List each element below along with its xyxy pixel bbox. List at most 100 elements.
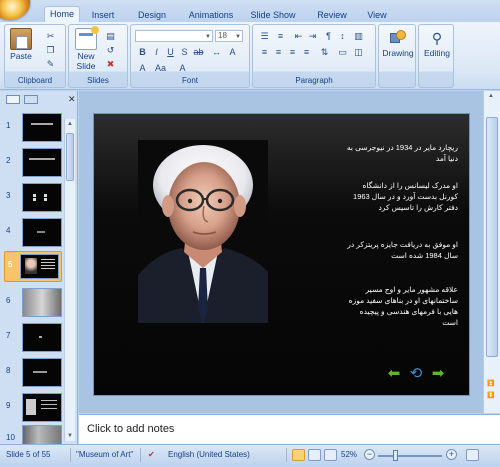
next-slide-icon[interactable]: ⏬ xyxy=(487,391,495,401)
thumbnail-scroll-thumb[interactable] xyxy=(66,133,74,181)
previous-slide-icon[interactable]: ⏫ xyxy=(487,379,495,389)
scroll-up-icon[interactable]: ▲ xyxy=(66,119,74,129)
font-group-label: Font xyxy=(181,76,198,85)
cut-icon[interactable]: ✂ xyxy=(45,31,56,41)
smartart-icon[interactable]: ◫ xyxy=(353,47,364,57)
zoom-in-icon[interactable]: + xyxy=(446,449,457,460)
clear-format-icon[interactable]: A xyxy=(177,63,188,73)
slide-scroll-thumb[interactable] xyxy=(486,117,498,357)
align-left-icon[interactable]: ≡ xyxy=(259,47,270,57)
new-slide-icon xyxy=(75,26,99,50)
clipboard-group-label: Clipboard xyxy=(17,76,53,85)
decrease-indent-icon[interactable]: ⇤ xyxy=(293,31,304,41)
thumbnail-slide-8[interactable]: 8 xyxy=(6,358,64,388)
notes-pane[interactable]: Click to add notes xyxy=(79,414,500,444)
new-slide-label: New Slide xyxy=(76,51,96,71)
tab-animations[interactable]: Animations xyxy=(184,8,238,22)
tab-insert[interactable]: Insert xyxy=(88,8,118,22)
prev-arrow-icon[interactable]: ⬅ xyxy=(386,366,402,382)
zoom-slider-track[interactable] xyxy=(378,455,442,457)
editing-group: ⚲ Editing xyxy=(418,24,454,88)
new-slide-button[interactable]: New Slide xyxy=(71,26,101,71)
font-size-combo[interactable]: 18 ▼ xyxy=(215,30,243,42)
thumbnail-slide-3[interactable]: 3 xyxy=(6,183,64,213)
thumbnail-number: 3 xyxy=(6,191,11,200)
change-case-icon[interactable]: Aa xyxy=(155,63,166,73)
strikethrough-icon[interactable]: ab xyxy=(193,47,204,57)
status-divider xyxy=(140,448,141,462)
layout-icon[interactable]: ▤ xyxy=(105,31,116,41)
italic-icon[interactable]: I xyxy=(151,47,162,57)
thumbnail-slide-1[interactable]: 1 xyxy=(6,113,64,143)
tab-slide-show[interactable]: Slide Show xyxy=(248,8,298,22)
next-arrow-icon[interactable]: ➡ xyxy=(430,366,446,382)
language-indicator[interactable]: English (United States) xyxy=(168,450,250,459)
align-right-icon[interactable]: ≡ xyxy=(287,47,298,57)
close-icon[interactable]: ✕ xyxy=(68,94,76,105)
numbering-icon[interactable]: ≡ xyxy=(275,31,286,41)
spacing-icon[interactable]: ↔ xyxy=(211,47,222,57)
current-slide[interactable]: ریچارد مایر در 1934 در نیوجرسی به دنیا آ… xyxy=(93,113,470,396)
slideshow-view-icon[interactable] xyxy=(324,449,337,461)
bold-icon[interactable]: B xyxy=(137,47,148,57)
outline-tab-icon[interactable] xyxy=(24,95,38,104)
align-text-icon[interactable]: ▭ xyxy=(337,47,348,57)
slide-scrollbar[interactable]: ▲ ⏫ ⏬ xyxy=(483,91,500,413)
thumbnail-slide-4[interactable]: 4 xyxy=(6,218,64,248)
line-spacing-icon[interactable]: ↕ xyxy=(337,31,348,41)
justify-icon[interactable]: ≡ xyxy=(301,47,312,57)
shadow-icon[interactable]: S xyxy=(179,47,190,57)
thumbnail-scrollbar[interactable]: ▲ ▼ xyxy=(64,119,75,441)
font-name-combo[interactable]: ▼ xyxy=(135,30,213,42)
thumbnail-slide-9[interactable]: 9 xyxy=(6,393,64,423)
thumbnail-slide-5[interactable]: 5 xyxy=(4,251,62,282)
normal-view-icon[interactable] xyxy=(292,449,305,461)
replay-icon[interactable]: ⟲ xyxy=(408,366,424,382)
editing-button[interactable]: ⚲ Editing xyxy=(421,29,453,58)
paste-button[interactable]: Paste xyxy=(8,28,34,61)
paragraph-group-label: Paragraph xyxy=(295,76,333,85)
zoom-level[interactable]: 52% xyxy=(341,450,357,459)
slide-counter: Slide 5 of 55 xyxy=(6,450,51,459)
tab-review[interactable]: Review xyxy=(312,8,352,22)
spell-check-icon[interactable]: ✔ xyxy=(148,450,155,459)
office-logo-icon[interactable] xyxy=(0,0,30,20)
status-bar: Slide 5 of 55 "Museum of Art" ✔ English … xyxy=(0,444,500,467)
slide-paragraph-1: ریچارد مایر در 1934 در نیوجرسی به دنیا آ… xyxy=(346,143,458,163)
format-painter-icon[interactable]: ✎ xyxy=(45,59,56,69)
delete-slide-icon[interactable]: ✖ xyxy=(105,59,116,69)
slide-paragraph-4: علاقه مشهور مایر و اوج مسیر ساختمانهای ا… xyxy=(348,285,458,327)
rtl-icon[interactable]: ¶ xyxy=(323,31,334,41)
thumbnail-image xyxy=(22,358,62,387)
columns-icon[interactable]: ▥ xyxy=(353,31,364,41)
tab-design[interactable]: Design xyxy=(132,8,172,22)
align-center-icon[interactable]: ≡ xyxy=(273,47,284,57)
slides-tab-icon[interactable] xyxy=(6,95,20,104)
thumbnail-slide-7[interactable]: 7 xyxy=(6,323,64,353)
drawing-button[interactable]: Drawing xyxy=(382,29,414,58)
grow-font-icon[interactable]: A xyxy=(227,47,238,57)
tab-home[interactable]: Home xyxy=(44,6,80,22)
thumbnail-slide-10[interactable]: 10 xyxy=(6,425,64,444)
increase-indent-icon[interactable]: ⇥ xyxy=(307,31,318,41)
sorter-view-icon[interactable] xyxy=(308,449,321,461)
scroll-up-icon[interactable]: ▲ xyxy=(487,91,495,101)
text-direction-icon[interactable]: ⇅ xyxy=(319,47,330,57)
copy-icon[interactable]: ❐ xyxy=(45,45,56,55)
thumbnail-number: 5 xyxy=(8,260,13,269)
thumbnail-slide-6[interactable]: 6 xyxy=(6,288,64,318)
scroll-down-icon[interactable]: ▼ xyxy=(66,431,74,441)
font-color-icon[interactable]: A xyxy=(137,63,148,73)
thumbnail-slide-2[interactable]: 2 xyxy=(6,148,64,178)
tab-view[interactable]: View xyxy=(362,8,392,22)
slides-group: New Slide ▤ ↺ ✖ Slides xyxy=(68,24,128,88)
underline-icon[interactable]: U xyxy=(165,47,176,57)
zoom-slider-handle[interactable] xyxy=(393,450,398,461)
bullets-icon[interactable]: ☰ xyxy=(259,31,270,41)
fit-window-icon[interactable] xyxy=(466,449,479,461)
zoom-out-icon[interactable]: − xyxy=(364,449,375,460)
thumbnail-image xyxy=(22,425,62,444)
paragraph-group: ☰ ≡ ⇤ ⇥ ¶ ↕ ▥ ≡ ≡ ≡ ≡ ⇅ ▭ ◫ Paragraph xyxy=(252,24,376,88)
reset-icon[interactable]: ↺ xyxy=(105,45,116,55)
slide-thumbnail-pane: ✕ 1 2 3 4 5 6 7 8 9 10 ▲ ▼ xyxy=(0,91,78,444)
